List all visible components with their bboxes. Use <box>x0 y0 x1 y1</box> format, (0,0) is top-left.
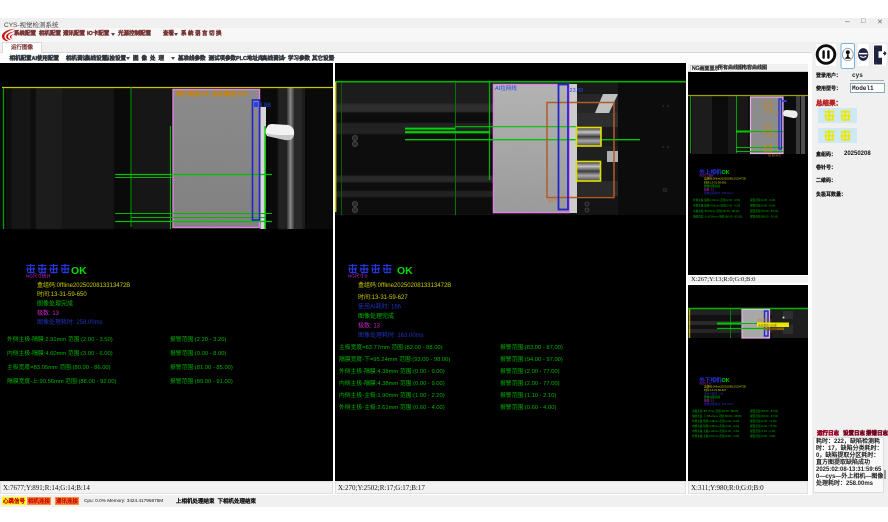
svg-text:报警范围:(0.60 - 4.00): 报警范围:(0.60 - 4.00) <box>500 403 556 411</box>
svg-text:报警范围:(2.00 - 77.00): 报警范围:(2.00 - 77.00) <box>500 379 560 387</box>
svg-text:内侧主极-隔膜:4.60mm 范围:(3.00 - 6.00: 内侧主极-隔膜:4.60mm 范围:(3.00 - 6.00) <box>693 204 740 208</box>
svg-text:时间:13-31-59-627: 时间:13-31-59-627 <box>704 388 727 392</box>
svg-text:绑扎阈值:93: 绑扎阈值:93 <box>757 318 772 322</box>
svg-text:动态阈值:100绑: 动态阈值:100绑 <box>758 324 777 328</box>
svg-text:盒组码:0ffIine2025020813313472B: 盒组码:0ffIine2025020813313472B <box>704 385 746 389</box>
svg-text:隔膜宽度-上:90.56mm 范围:(88.00 - 92.: 隔膜宽度-上:90.56mm 范围:(88.00 - 92.00) <box>7 377 117 385</box>
svg-text:隔膜宽度-下=95.24mm 范围:(93.00 - 98.: 隔膜宽度-下=95.24mm 范围:(93.00 - 98.00) <box>339 355 450 363</box>
svg-text:图像处理完成: 图像处理完成 <box>358 312 394 320</box>
svg-text:报警范围:(2.00 - 77.00): 报警范围:(2.00 - 77.00) <box>750 424 777 428</box>
svg-text:主极宽度=83.77mm 范围:(82.00 - 88.00: 主极宽度=83.77mm 范围:(82.00 - 88.00) <box>692 409 738 413</box>
svg-text:图像处理完成: 图像处理完成 <box>704 184 720 188</box>
svg-text:报警范围:(81.00 - 85.00): 报警范围:(81.00 - 85.00) <box>750 209 778 213</box>
svg-text:主极宽度=83.77mm 范围:(82.00 - 88.00: 主极宽度=83.77mm 范围:(82.00 - 88.00) <box>339 343 443 351</box>
svg-text:图像处理完成: 图像处理完成 <box>704 395 720 399</box>
svg-text:扎阈值:93: 扎阈值:93 <box>765 327 777 331</box>
svg-text:AI拉网线: AI拉网线 <box>495 84 517 92</box>
svg-text:报警范围:(89.00 - 91.00): 报警范围:(89.00 - 91.00) <box>750 215 778 219</box>
svg-text:93.88 94.5: 93.88 94.5 <box>766 134 779 138</box>
svg-text:NG尺寸:0: NG尺寸:0 <box>348 273 368 280</box>
svg-text:极数: 13: 极数: 13 <box>704 399 714 403</box>
svg-text:报警范围:(83.00 - 87.00): 报警范围:(83.00 - 87.00) <box>750 409 778 413</box>
svg-text:外侧主极-隔膜:4.38mm 范围:(0.00 - 9.00: 外侧主极-隔膜:4.38mm 范围:(0.00 - 9.00) <box>692 419 739 423</box>
svg-text:主极宽度=83.05mm 范围:(80.00 - 86.00: 主极宽度=83.05mm 范围:(80.00 - 86.00) <box>693 209 739 213</box>
svg-text:报警范围:(0.60 - 4.00): 报警范围:(0.60 - 4.00) <box>750 434 775 438</box>
svg-text:报警范围:(94.00 - 97.00): 报警范围:(94.00 - 97.00) <box>750 414 778 418</box>
svg-text:极数: 13: 极数: 13 <box>37 309 60 317</box>
svg-text:内侧主极-主极:1.90mm 范围:(1.00 - 2.20: 内侧主极-主极:1.90mm 范围:(1.00 - 2.20) <box>692 429 739 433</box>
svg-text:外侧主极-隔膜:4.38mm 范围:(0.00 - 9.00: 外侧主极-隔膜:4.38mm 范围:(0.00 - 9.00) <box>339 367 445 375</box>
svg-text:使用AI耗时: 166: 使用AI耗时: 166 <box>358 303 402 311</box>
svg-text:报警范围:(1.10 - 2.10): 报警范围:(1.10 - 2.10) <box>750 429 775 433</box>
svg-text:报警范围:(2.20 - 3.20): 报警范围:(2.20 - 3.20) <box>750 198 775 202</box>
svg-text:报警范围:(81.00 - 85.00): 报警范围:(81.00 - 85.00) <box>170 363 233 371</box>
svg-text:外侧主极-主极:2.61mm 范围:(0.60 - 4.00: 外侧主极-主极:2.61mm 范围:(0.60 - 4.00) <box>692 434 739 438</box>
svg-text:3.88: 3.88 <box>259 103 271 109</box>
svg-text:报警范围:(1.10 - 2.10): 报警范围:(1.10 - 2.10) <box>500 391 556 399</box>
svg-text:123.88: 123.88 <box>567 88 584 94</box>
svg-text:报警范围:(2.20 - 3.20): 报警范围:(2.20 - 3.20) <box>170 335 226 343</box>
svg-text:报警范围:(0.00 - 8.00): 报警范围:(0.00 - 8.00) <box>170 349 226 357</box>
svg-text:图像处理耗时: 163.00ms: 图像处理耗时: 163.00ms <box>704 402 734 406</box>
svg-text:盒组码:0ffIine2025020813313472B: 盒组码:0ffIine2025020813313472B <box>37 281 130 289</box>
svg-text:报警范围:(2.00 - 77.00): 报警范围:(2.00 - 77.00) <box>750 419 777 423</box>
svg-text:隔膜宽度-上:90.56mm 范围:(88.00 - 92.: 隔膜宽度-上:90.56mm 范围:(88.00 - 92.00) <box>693 215 742 219</box>
svg-text:图像处理耗时: 258.00ms: 图像处理耗时: 258.00ms <box>37 318 103 326</box>
svg-text:外侧主极-隔膜:2.91mm 范围:(2.00 - 3.50: 外侧主极-隔膜:2.91mm 范围:(2.00 - 3.50) <box>7 335 113 343</box>
svg-text:时间:13-31-59-650: 时间:13-31-59-650 <box>704 181 727 185</box>
svg-text:报警范围:(2.00 - 77.00): 报警范围:(2.00 - 77.00) <box>500 367 560 375</box>
svg-text:使用AI耗时: 166: 使用AI耗时: 166 <box>704 392 724 396</box>
svg-text:NG尺寸统计: NG尺寸统计 <box>26 273 51 280</box>
svg-text:内侧主极-隔膜:4.38mm 范围:(0.00 - 9.00: 内侧主极-隔膜:4.38mm 范围:(0.00 - 9.00) <box>692 424 739 428</box>
svg-text:图像处理耗时: 163.00ms: 图像处理耗时: 163.00ms <box>358 331 424 339</box>
svg-text:报警范围:(0.00 - 8.00): 报警范围:(0.00 - 8.00) <box>750 204 775 208</box>
svg-text:内侧主极-隔膜:4.38mm 范围:(0.00 - 9.00: 内侧主极-隔膜:4.38mm 范围:(0.00 - 9.00) <box>339 379 445 387</box>
svg-text:报警范围:(94.00 - 97.00): 报警范围:(94.00 - 97.00) <box>500 355 563 363</box>
svg-text:绑扎阈值:93, 动态阈值:100: 绑扎阈值:93, 动态阈值:100 <box>176 90 248 98</box>
svg-text:外侧主极-主极:2.61mm 范围:(0.60 - 4.00: 外侧主极-主极:2.61mm 范围:(0.60 - 4.00) <box>339 403 445 411</box>
svg-text:盒组码:0ffIine2025020813313472B: 盒组码:0ffIine2025020813313472B <box>704 177 746 181</box>
svg-text:隔膜宽度-下=95.24mm 范围:(93.00 - 98.: 隔膜宽度-下=95.24mm 范围:(93.00 - 98.00) <box>692 414 742 418</box>
svg-text:OK: OK <box>397 265 413 277</box>
svg-text:盒组码:0ffIine2025020813313472B: 盒组码:0ffIine2025020813313472B <box>358 281 451 289</box>
svg-text:报警范围:(83.00 - 87.00): 报警范围:(83.00 - 87.00) <box>500 343 563 351</box>
svg-text:内侧主极-隔膜:4.60mm 范围:(3.00 - 6.00: 内侧主极-隔膜:4.60mm 范围:(3.00 - 6.00) <box>7 349 113 357</box>
svg-text:图像处理耗时: 258.00ms: 图像处理耗时: 258.00ms <box>704 191 734 195</box>
svg-text:外侧主极-隔膜:2.91mm 范围:(2.00 - 3.50: 外侧主极-隔膜:2.91mm 范围:(2.00 - 3.50) <box>693 198 740 202</box>
svg-text:93.88 94.5: 93.88 94.5 <box>768 154 781 158</box>
svg-text:图像处理完成: 图像处理完成 <box>37 300 73 308</box>
svg-text:报警范围:(89.00 - 91.00): 报警范围:(89.00 - 91.00) <box>170 377 233 385</box>
svg-text:时间:13-31-59-627: 时间:13-31-59-627 <box>358 293 408 301</box>
svg-text:93.88 94.5: 93.88 94.5 <box>766 110 779 114</box>
svg-text:主极宽度=83.05mm 范围:(80.00 - 86.00: 主极宽度=83.05mm 范围:(80.00 - 86.00) <box>7 363 111 371</box>
svg-text:93.7: 93.7 <box>548 199 557 204</box>
svg-text:时间:13-31-59-650: 时间:13-31-59-650 <box>37 290 87 298</box>
svg-text:极数: 13: 极数: 13 <box>358 322 381 330</box>
svg-text:内侧主极-主极:1.90mm 范围:(1.00 - 2.20: 内侧主极-主极:1.90mm 范围:(1.00 - 2.20) <box>339 391 445 399</box>
svg-text:极数: 13: 极数: 13 <box>704 188 714 192</box>
svg-text:OK: OK <box>71 265 87 277</box>
